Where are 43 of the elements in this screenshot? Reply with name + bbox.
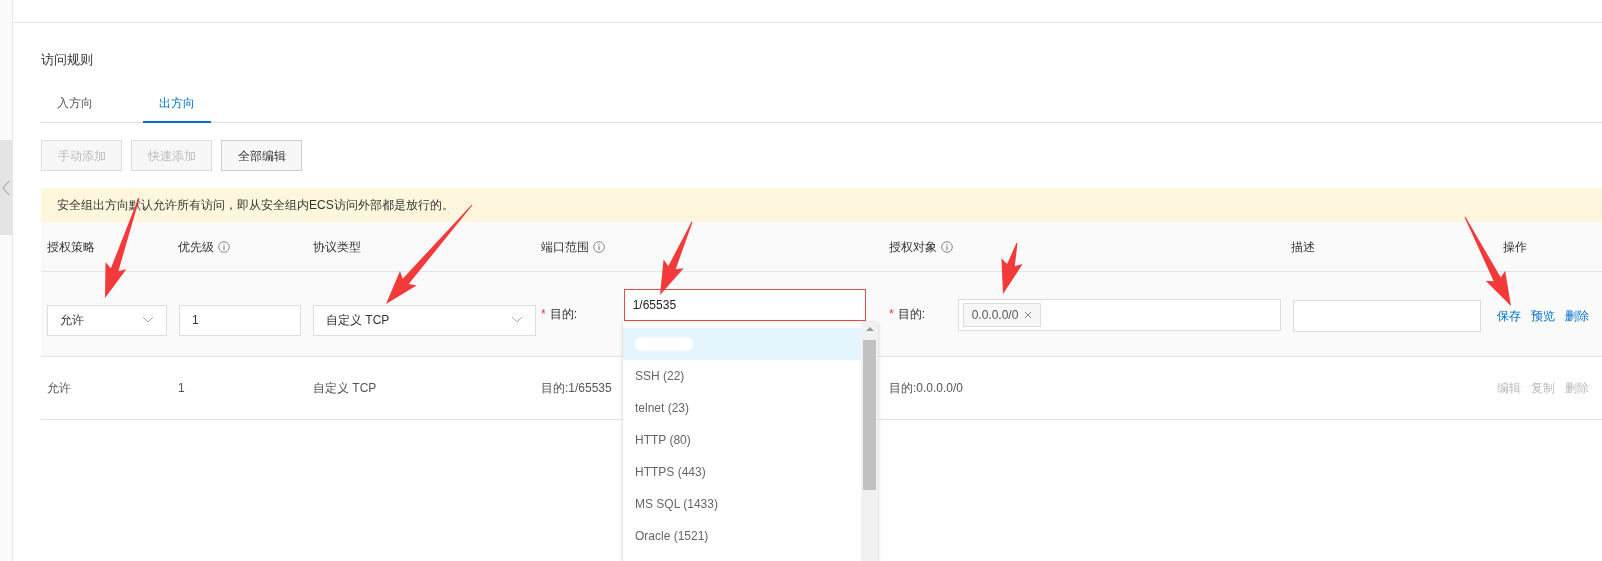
dropdown-option[interactable] [623, 328, 861, 360]
collapse-handle[interactable] [0, 140, 12, 235]
description-input[interactable] [1293, 299, 1481, 332]
tab[interactable]: 入方向 [41, 84, 123, 123]
tab[interactable]: 出方向 [143, 84, 211, 123]
toolbar-button[interactable]: 全部编辑 [221, 140, 302, 171]
table-cell: 允许 [47, 381, 71, 395]
table-cell: 1 [178, 381, 185, 395]
tag-text: 0.0.0.0/0 [971, 307, 1019, 324]
column-header: 操作 [1503, 238, 1527, 256]
action-link[interactable]: 保存 [1497, 306, 1521, 325]
blur-mark [635, 337, 693, 351]
column-header: 授权策略 [47, 238, 95, 256]
scrollbar-thumb[interactable] [863, 340, 876, 490]
close-icon[interactable] [1024, 311, 1033, 319]
action-link[interactable]: 预览 [1531, 306, 1555, 325]
annotation-arrow [1001, 242, 1023, 294]
chevron-left-icon [2, 179, 10, 196]
target-tag-field[interactable]: 0.0.0.0/0 [957, 299, 1281, 331]
section-title: 访问规则 [41, 51, 93, 69]
policy-select[interactable]: 允许 [47, 304, 167, 336]
priority-input[interactable]: 1 [179, 304, 301, 336]
table-cell: 目的:1/65535 [541, 381, 612, 395]
column-header: 优先级 [178, 238, 214, 256]
field-label: 目的: [897, 306, 926, 323]
info-icon [218, 240, 230, 253]
column-header: 端口范围 [541, 238, 589, 256]
info-icon [941, 240, 953, 253]
column-header: 描述 [1291, 238, 1315, 256]
info-icon [593, 240, 605, 253]
column-header: 授权对象 [889, 238, 937, 256]
chevron-down-icon [511, 316, 523, 324]
chevron-down-icon [142, 316, 154, 324]
protocol-select[interactable]: 自定义 TCP [313, 304, 536, 336]
required-mark: * [541, 306, 546, 323]
table-cell: 目的:0.0.0.0/0 [889, 381, 964, 395]
table-cell: 自定义 TCP [313, 381, 377, 395]
field-label: 目的: [549, 306, 578, 323]
scroll-up-icon[interactable] [865, 326, 874, 332]
port-range-input[interactable]: 1/65535 [623, 289, 866, 321]
column-header: 协议类型 [313, 238, 361, 256]
action-link[interactable]: 删除 [1565, 306, 1589, 325]
required-mark: * [889, 306, 894, 323]
